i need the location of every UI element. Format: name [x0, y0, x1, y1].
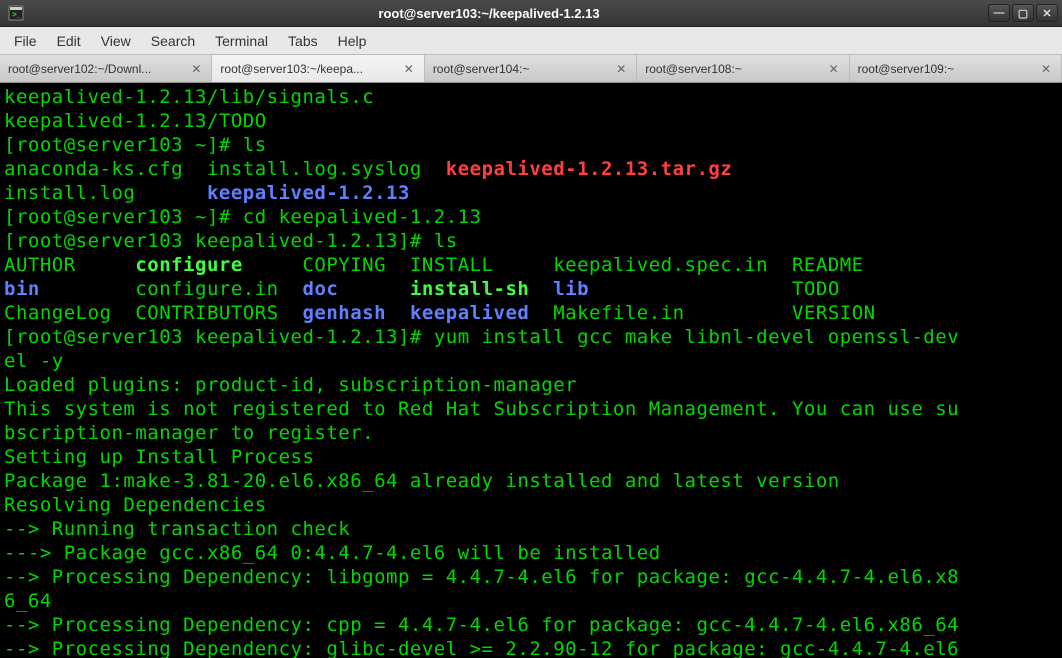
ls-output: install.log — [4, 182, 207, 204]
tab-server102[interactable]: root@server102:~/Downl... ✕ — [0, 55, 212, 82]
tab-server109[interactable]: root@server109:~ ✕ — [850, 55, 1062, 82]
ls-dir: keepalived — [410, 302, 529, 324]
tab-server104[interactable]: root@server104:~ ✕ — [425, 55, 637, 82]
command: ls — [434, 230, 458, 252]
menu-search[interactable]: Search — [143, 29, 203, 53]
term-line: Setting up Install Process — [4, 446, 314, 468]
term-line: Resolving Dependencies — [4, 494, 267, 516]
menubar: File Edit View Search Terminal Tabs Help — [0, 27, 1062, 55]
menu-file[interactable]: File — [6, 29, 45, 53]
command: cd keepalived-1.2.13 — [243, 206, 482, 228]
close-button[interactable]: ✕ — [1036, 4, 1058, 22]
term-line: --> Processing Dependency: cpp = 4.4.7-4… — [4, 614, 959, 636]
window-controls: — ▢ ✕ — [988, 4, 1062, 22]
tab-label: root@server104:~ — [433, 62, 608, 76]
menu-help[interactable]: Help — [330, 29, 375, 53]
term-line: keepalived-1.2.13/TODO — [4, 110, 267, 132]
ls-dir: doc — [303, 278, 339, 300]
ls-output: COPYING INSTALL keepalived.spec.in READM… — [243, 254, 864, 276]
ls-output: Makefile.in VERSION — [529, 302, 875, 324]
term-line: --> Running transaction check — [4, 518, 350, 540]
term-line: Loaded plugins: product-id, subscription… — [4, 374, 577, 396]
prompt: [root@server103 ~]# — [4, 134, 243, 156]
ls-output: anaconda-ks.cfg install.log.syslog — [4, 158, 446, 180]
term-line: bscription-manager to register. — [4, 422, 374, 444]
term-line: --> Processing Dependency: libgomp = 4.4… — [4, 566, 959, 588]
close-icon[interactable]: ✕ — [614, 62, 628, 76]
ls-archive: keepalived-1.2.13.tar.gz — [446, 158, 733, 180]
ls-output — [338, 278, 410, 300]
tab-server108[interactable]: root@server108:~ ✕ — [637, 55, 849, 82]
menu-edit[interactable]: Edit — [49, 29, 89, 53]
ls-output: AUTHOR — [4, 254, 135, 276]
term-line: --> Processing Dependency: glibc-devel >… — [4, 638, 959, 658]
prompt: [root@server103 keepalived-1.2.13]# — [4, 230, 434, 252]
ls-dir: bin — [4, 278, 40, 300]
close-icon[interactable]: ✕ — [1039, 62, 1053, 76]
term-line: Package 1:make-3.81-20.el6.x86_64 alread… — [4, 470, 840, 492]
tab-label: root@server108:~ — [645, 62, 820, 76]
terminal-output[interactable]: keepalived-1.2.13/lib/signals.c keepaliv… — [0, 83, 1062, 658]
ls-output: ChangeLog CONTRIBUTORS — [4, 302, 302, 324]
command: el -y — [4, 350, 64, 372]
command: ls — [243, 134, 267, 156]
menu-terminal[interactable]: Terminal — [207, 29, 276, 53]
ls-dir: genhash — [302, 302, 386, 324]
close-icon[interactable]: ✕ — [189, 62, 203, 76]
command: yum install gcc make libnl-devel openssl… — [434, 326, 959, 348]
ls-dir: lib — [553, 278, 589, 300]
term-line: keepalived-1.2.13/lib/signals.c — [4, 86, 374, 108]
ls-output: TODO — [589, 278, 840, 300]
ls-output: configure.in — [40, 278, 303, 300]
ls-exec: install-sh — [410, 278, 529, 300]
prompt: [root@server103 ~]# — [4, 206, 243, 228]
menu-tabs[interactable]: Tabs — [280, 29, 326, 53]
tab-bar: root@server102:~/Downl... ✕ root@server1… — [0, 55, 1062, 83]
tab-server103[interactable]: root@server103:~/keepa... ✕ — [212, 55, 424, 82]
close-icon[interactable]: ✕ — [827, 62, 841, 76]
maximize-button[interactable]: ▢ — [1012, 4, 1034, 22]
ls-dir: keepalived-1.2.13 — [207, 182, 410, 204]
close-icon[interactable]: ✕ — [402, 62, 416, 76]
ls-output — [529, 278, 553, 300]
prompt: [root@server103 keepalived-1.2.13]# — [4, 326, 434, 348]
ls-exec: configure — [135, 254, 242, 276]
ls-output — [386, 302, 410, 324]
window-titlebar: >_ root@server103:~/keepalived-1.2.13 — … — [0, 0, 1062, 27]
menu-view[interactable]: View — [93, 29, 139, 53]
term-line: 6_64 — [4, 590, 52, 612]
tab-label: root@server103:~/keepa... — [220, 62, 395, 76]
minimize-button[interactable]: — — [988, 4, 1010, 22]
tab-label: root@server102:~/Downl... — [8, 62, 183, 76]
term-line: This system is not registered to Red Hat… — [4, 398, 959, 420]
tab-label: root@server109:~ — [858, 62, 1033, 76]
term-line: ---> Package gcc.x86_64 0:4.4.7-4.el6 wi… — [4, 542, 661, 564]
window-title: root@server103:~/keepalived-1.2.13 — [0, 6, 988, 21]
